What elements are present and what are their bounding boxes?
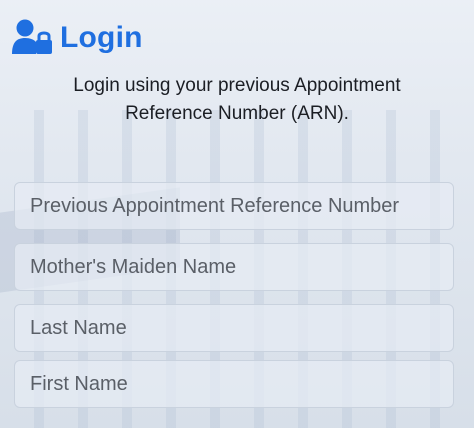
description-line-2: Reference Number (ARN).	[125, 103, 349, 124]
user-lock-icon	[12, 18, 54, 58]
first-name-input[interactable]	[14, 360, 454, 408]
page-title: Login	[60, 21, 143, 54]
login-heading: Login	[12, 18, 143, 58]
mothers-maiden-name-input[interactable]	[14, 243, 454, 291]
login-description: Login using your previous Appointment Re…	[0, 72, 474, 128]
last-name-input[interactable]	[14, 304, 454, 352]
description-line-1: Login using your previous Appointment	[73, 75, 401, 96]
arn-input[interactable]	[14, 182, 454, 230]
